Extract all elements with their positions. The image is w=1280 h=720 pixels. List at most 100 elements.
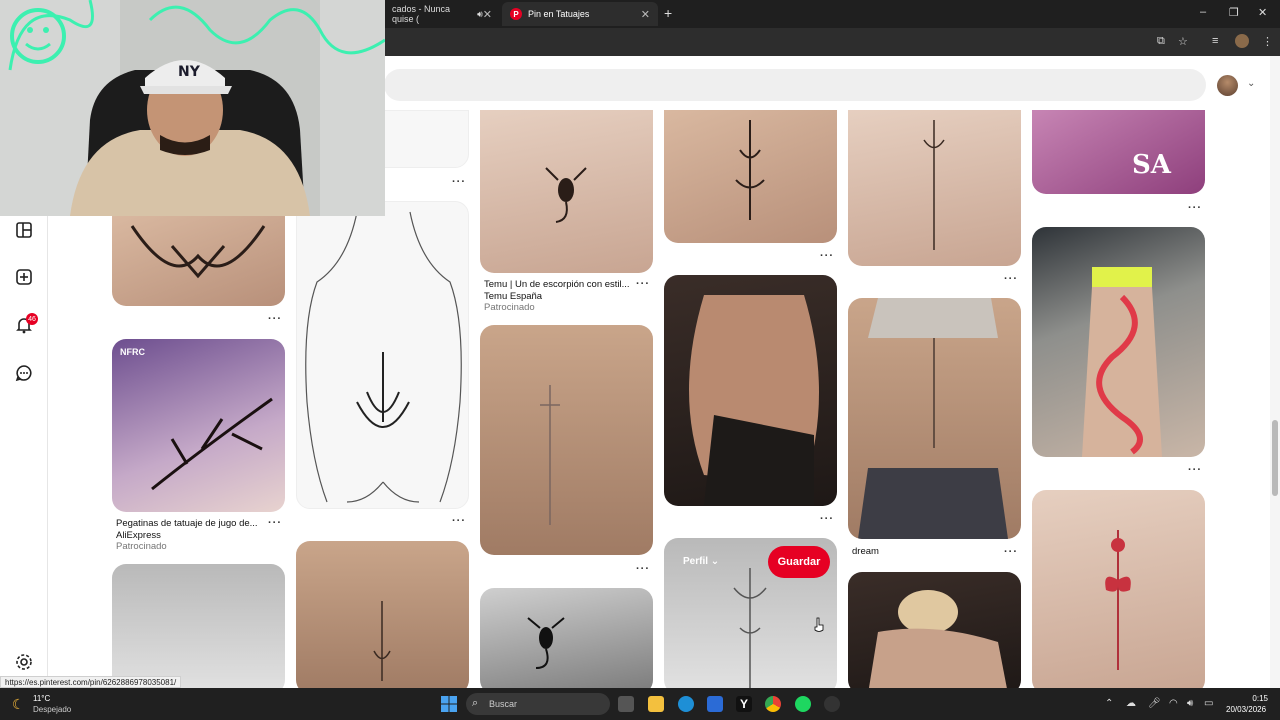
thigh-tattoo-image (689, 295, 819, 505)
more-options-button[interactable]: ··· (268, 517, 282, 529)
volume-icon[interactable]: 🔊︎ (1187, 698, 1193, 709)
pin-card[interactable] (848, 298, 1021, 539)
pin-image-banner: NFRC (120, 347, 145, 357)
status-bar-url: https://es.pinterest.com/pin/62628869780… (0, 676, 182, 688)
scorpion-tattoo-image (545, 167, 587, 223)
pin-card[interactable] (480, 588, 653, 694)
pin-brand[interactable]: AliExpress (116, 530, 161, 541)
maximize-button[interactable]: ❐ (1229, 6, 1239, 19)
pin-title[interactable]: Temu | Un de escorpión con estil... (484, 279, 630, 290)
close-tab-icon[interactable]: ✕ (483, 8, 492, 21)
chrome-browser-icon[interactable] (765, 696, 781, 712)
wifi-icon[interactable]: ◠ (1169, 698, 1178, 709)
pin-card[interactable] (1032, 227, 1205, 457)
mouse-cursor-icon (814, 617, 824, 632)
scorpion-tattoo-image (527, 617, 565, 669)
weather-description[interactable]: Despejado (33, 705, 71, 714)
tab-label: cados - Nunca quise ( (392, 4, 451, 24)
more-options-button[interactable]: ··· (820, 250, 834, 262)
settings-gear-icon[interactable] (14, 652, 34, 672)
pin-card[interactable] (480, 325, 653, 555)
more-options-button[interactable]: ··· (1004, 273, 1018, 285)
pin-card[interactable] (296, 201, 469, 509)
notifications-badge: 46 (26, 313, 38, 325)
pin-card[interactable] (296, 541, 469, 694)
search-input[interactable] (384, 69, 1206, 101)
pin-card[interactable]: SA (1032, 110, 1205, 194)
spotify-icon[interactable] (795, 696, 811, 712)
more-options-button[interactable]: ··· (820, 513, 834, 525)
save-button[interactable]: Guardar (768, 546, 830, 578)
tab-nunca-quise[interactable]: cados - Nunca quise ( 🔊︎ ✕ (384, 2, 500, 26)
close-window-button[interactable]: ✕ (1258, 6, 1267, 19)
pin-card[interactable] (664, 275, 837, 506)
pin-card[interactable] (480, 110, 653, 273)
browser-profile-avatar[interactable] (1235, 34, 1249, 48)
weather-moon-icon[interactable]: ☾ (12, 696, 25, 713)
pin-sponsored-label: Patrocinado (484, 302, 535, 313)
pin-card[interactable] (1032, 490, 1205, 694)
pin-brand[interactable]: Temu España (484, 291, 542, 302)
clock-time[interactable]: 0:15 (1248, 694, 1268, 703)
bookmark-star-icon[interactable]: ☆ (1178, 35, 1188, 48)
more-options-button[interactable]: ··· (268, 313, 282, 325)
app-icon[interactable] (824, 696, 840, 712)
nails-monogram: SA (1132, 150, 1171, 180)
taskbar-search-input[interactable] (466, 693, 610, 715)
taskbar-search-label: Buscar (489, 699, 518, 709)
clock-date[interactable]: 20/03/2026 (1226, 705, 1266, 714)
cloud-icon[interactable]: ☁ (1126, 698, 1136, 709)
user-avatar[interactable] (1217, 75, 1238, 96)
more-options-button[interactable]: ··· (1188, 202, 1202, 214)
microsoft-store-icon[interactable] (707, 696, 723, 712)
search-icon: ⌕ (472, 697, 479, 709)
scrollbar-thumb[interactable] (1272, 420, 1278, 496)
boards-icon[interactable] (14, 220, 34, 240)
pin-card[interactable]: NFRC (112, 339, 285, 512)
tattoo-image (151, 397, 273, 491)
close-tab-icon[interactable]: ✕ (641, 8, 650, 21)
more-options-button[interactable]: ··· (636, 278, 650, 290)
windows-start-icon[interactable] (441, 696, 457, 712)
windows-taskbar (0, 688, 1280, 720)
pin-card[interactable] (848, 572, 1021, 694)
pin-card[interactable] (664, 110, 837, 243)
microphone-icon[interactable]: 🎤︎ (1148, 698, 1161, 709)
install-app-icon[interactable]: ⧉ (1157, 35, 1165, 48)
tattoo-image (373, 601, 391, 681)
more-options-button[interactable]: ··· (1004, 546, 1018, 558)
more-options-button[interactable]: ··· (452, 515, 466, 527)
browser-menu-icon[interactable]: ⋮ (1262, 35, 1273, 48)
pin-title[interactable]: Pegatinas de tatuaje de jugo de... (116, 518, 258, 529)
yahoo-app-icon[interactable]: Y (736, 696, 752, 712)
more-options-button[interactable]: ··· (636, 563, 650, 575)
pin-card[interactable] (112, 216, 285, 306)
profile-dropdown-button[interactable]: Perfil ⌄ (683, 556, 719, 567)
pin-sponsored-label: Patrocinado (116, 541, 167, 552)
pin-card[interactable] (848, 110, 1021, 266)
account-chevron-down-icon[interactable]: ⌄ (1247, 78, 1255, 89)
minimize-button[interactable]: – (1200, 6, 1206, 18)
task-view-icon[interactable] (618, 696, 634, 712)
back-tattoo-image (868, 590, 1008, 694)
new-tab-button[interactable]: + (664, 5, 672, 21)
weather-temperature[interactable]: 11°C (33, 694, 50, 703)
more-options-button[interactable]: ··· (1188, 464, 1202, 476)
tray-overflow-chevron-icon[interactable]: ⌃ (1105, 698, 1113, 709)
spine-tattoo-image (540, 385, 560, 525)
pin-title[interactable]: dream (852, 546, 879, 557)
page-scrollbar[interactable] (1270, 56, 1280, 688)
tab-pin-en-tatuajes[interactable]: P Pin en Tatuajes ✕ (502, 2, 658, 26)
edge-browser-icon[interactable] (678, 696, 694, 712)
screen: { "browser": { "tab_inactive": "cados - … (0, 0, 1280, 720)
battery-icon[interactable]: ▭ (1204, 698, 1213, 709)
more-options-button[interactable]: ··· (452, 176, 466, 188)
pin-card[interactable] (112, 564, 285, 694)
messages-icon[interactable] (14, 363, 34, 383)
file-explorer-icon[interactable] (648, 696, 664, 712)
create-plus-icon[interactable] (14, 267, 34, 287)
streamer-webcam-image: NY (0, 0, 385, 216)
lotus-spine-tattoo-image (923, 120, 945, 250)
media-control-icon[interactable]: ≡ (1212, 35, 1218, 47)
dragon-tattoo-image (1082, 267, 1162, 457)
